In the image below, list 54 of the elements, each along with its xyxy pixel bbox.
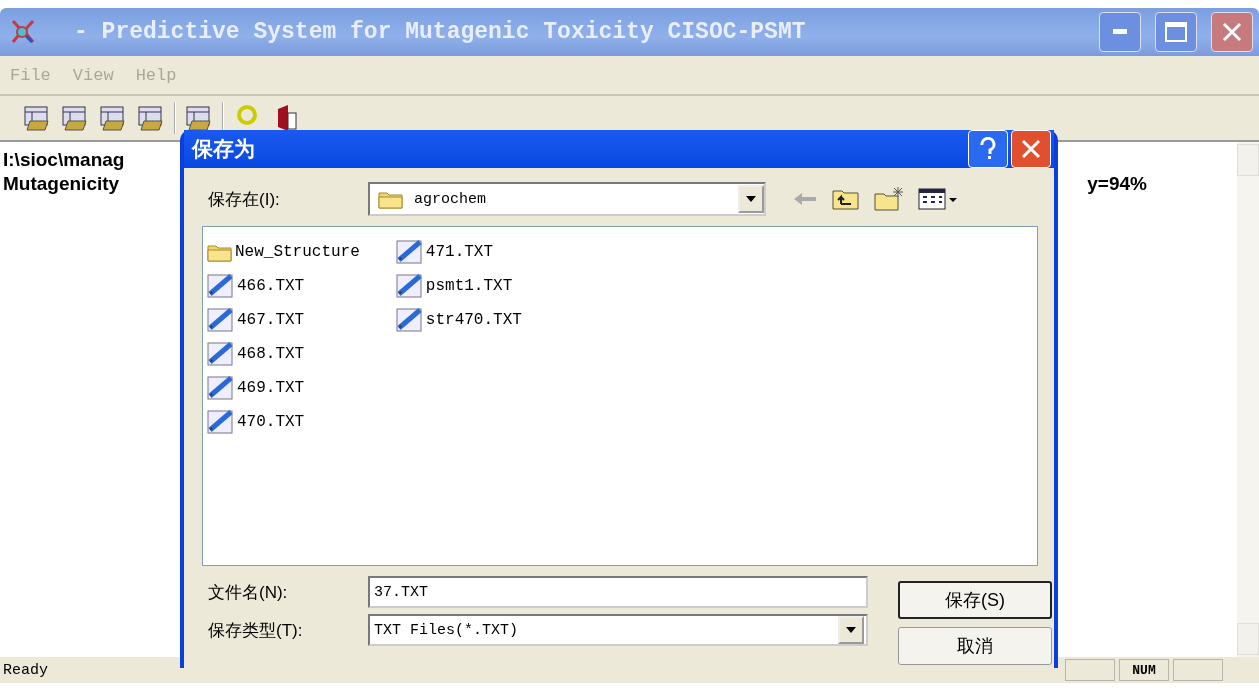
minimize-icon xyxy=(1113,29,1127,35)
status-indicator: NUM xyxy=(1119,659,1169,681)
status-panel xyxy=(1173,659,1223,681)
list-entry[interactable]: 467.TXT xyxy=(207,303,360,337)
dropdown-button[interactable] xyxy=(738,185,764,213)
folder-icon xyxy=(207,242,233,262)
text-file-icon xyxy=(395,274,424,298)
document-text: y=94% xyxy=(1087,172,1147,196)
list-entry[interactable]: psmt1.TXT xyxy=(395,269,522,303)
text-file-icon xyxy=(207,342,235,366)
save-in-label: 保存在(I): xyxy=(207,188,281,211)
dialog-title: 保存为 xyxy=(192,136,256,162)
list-entry[interactable]: 471.TXT xyxy=(395,235,522,269)
list-entry[interactable]: 469.TXT xyxy=(207,371,360,405)
caret-icon xyxy=(846,627,856,633)
file-name-field[interactable]: 37.TXT xyxy=(368,576,868,608)
text-file-icon xyxy=(207,410,235,434)
dialog-button[interactable]: 保存(S) xyxy=(898,581,1052,619)
table-folder-icon[interactable] xyxy=(60,103,90,133)
minimize-button[interactable] xyxy=(1099,12,1141,52)
caret-icon xyxy=(746,196,756,202)
list-entry[interactable]: 466.TXT xyxy=(207,269,360,303)
new-folder-icon[interactable] xyxy=(874,186,904,212)
status-panel xyxy=(1065,659,1115,681)
view-menu-icon[interactable] xyxy=(918,187,958,211)
close-icon xyxy=(1020,138,1042,160)
file-name-label: 文件名(N): xyxy=(207,581,289,604)
folder-icon xyxy=(378,189,404,209)
text-file-icon xyxy=(395,240,424,264)
text-file-icon xyxy=(207,308,235,332)
list-entry[interactable]: 468.TXT xyxy=(207,337,360,371)
app-logo-icon xyxy=(10,18,36,46)
document-text: Mutagenicity xyxy=(3,172,120,196)
list-entry[interactable]: 470.TXT xyxy=(207,405,360,439)
dropdown-button[interactable] xyxy=(838,616,864,644)
window-title: - Predictive System for Mutagenic Toxicity CISOC-PSMT xyxy=(74,19,807,45)
text-file-icon xyxy=(207,376,235,400)
close-button[interactable] xyxy=(1211,12,1253,52)
list-entry[interactable]: New_Structure xyxy=(207,235,360,269)
status-text: Ready xyxy=(3,661,49,679)
up-folder-icon[interactable] xyxy=(832,187,860,211)
document-text: I:\sioc\manag xyxy=(3,148,125,172)
close-icon xyxy=(1221,21,1243,43)
text-file-icon xyxy=(207,274,235,298)
maximize-button[interactable] xyxy=(1155,12,1197,52)
dialog-button[interactable]: 取消 xyxy=(898,627,1052,665)
file-type-dropdown[interactable]: TXT Files(*.TXT) xyxy=(368,614,868,646)
table-icon[interactable] xyxy=(136,103,166,133)
file-type-label: 保存类型(T): xyxy=(207,619,304,642)
list-entry[interactable]: str470.TXT xyxy=(395,303,522,337)
location-dropdown[interactable]: agrochem xyxy=(368,182,766,216)
text-file-icon xyxy=(395,308,424,332)
maximize-icon xyxy=(1165,22,1187,42)
help-button[interactable] xyxy=(968,130,1008,168)
